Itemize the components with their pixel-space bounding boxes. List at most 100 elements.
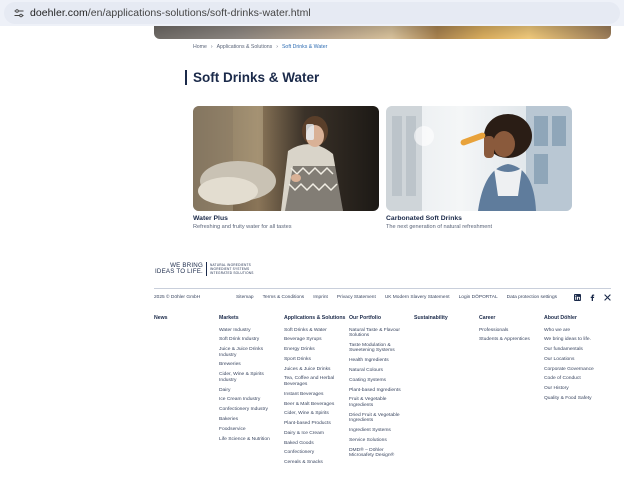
footer-link[interactable]: Beer & Malt Beverages — [284, 402, 342, 408]
footer-link[interactable]: Beverage Syrups — [284, 337, 342, 343]
footer-link[interactable]: Soft Drink Industry — [219, 337, 277, 343]
footer-link[interactable]: Our Locations — [544, 357, 602, 363]
url-field[interactable]: doehler.com/en/applications-solutions/so… — [4, 2, 620, 24]
url-text: doehler.com/en/applications-solutions/so… — [30, 7, 311, 19]
card-description: The next generation of natural refreshme… — [386, 224, 493, 230]
footer-col-career: Career Professionals Students & Apprenti… — [479, 315, 544, 470]
footer-link[interactable]: Code of Conduct — [544, 376, 602, 382]
footer-col-about: About Döhler Who we are We bring ideas t… — [544, 315, 609, 470]
footer-link[interactable]: Confectionery — [284, 450, 342, 456]
footer-link-sitemap[interactable]: Sitemap — [236, 295, 254, 300]
footer-col-news: News — [154, 315, 219, 470]
footer-link-data-protection[interactable]: Data protection settings — [507, 295, 557, 300]
url-path: /en/applications-solutions/soft-drinks-w… — [87, 7, 311, 19]
footer-col-heading[interactable]: Markets — [219, 315, 284, 321]
footer-link[interactable]: Life Science & Nutrition — [219, 437, 277, 443]
footer-link[interactable]: Water Industry — [219, 328, 277, 334]
footer-col-applications: Applications & Solutions Soft Drinks & W… — [284, 315, 349, 470]
footer-legal-links: Sitemap Terms & Conditions Imprint Priva… — [236, 295, 557, 300]
footer-link[interactable]: Cider, Wine & Spirits — [284, 411, 342, 417]
footer-columns: News Markets Water Industry Soft Drink I… — [154, 315, 609, 470]
footer-link[interactable]: Plant-based Ingredients — [349, 388, 407, 394]
footer-link[interactable]: DMD® – Döhler Microsafety Design® — [349, 448, 407, 459]
footer-link[interactable]: Service Solutions — [349, 438, 407, 444]
footer-link[interactable]: Professionals — [479, 328, 537, 334]
footer-link[interactable]: Juice & Juice Drinks Industry — [219, 347, 277, 358]
browser-address-bar: doehler.com/en/applications-solutions/so… — [0, 0, 624, 26]
footer-link-login[interactable]: Login DÖPORTAL — [459, 295, 498, 300]
footer-col-heading[interactable]: Our Portfolio — [349, 315, 414, 321]
footer-link[interactable]: Natural Taste & Flavour Solutions — [349, 328, 407, 339]
url-host: doehler.com — [30, 7, 88, 19]
social-links — [574, 294, 611, 301]
title-accent-bar — [185, 70, 187, 85]
carbonated-soft-drinks-image[interactable] — [386, 106, 572, 211]
footer-col-heading[interactable]: News — [154, 315, 219, 321]
footer-link[interactable]: Tea, Coffee and Herbal Beverages — [284, 376, 342, 387]
footer-link[interactable]: Quality & Food Safety — [544, 396, 602, 402]
footer-link[interactable]: Bakeries — [219, 417, 277, 423]
footer-col-heading[interactable]: Career — [479, 315, 544, 321]
card-water-plus[interactable]: Water Plus Refreshing and fruity water f… — [193, 106, 379, 230]
breadcrumb-current: Soft Drinks & Water — [281, 44, 328, 50]
page-title-block: Soft Drinks & Water — [185, 70, 319, 85]
logo-divider — [205, 262, 207, 276]
footer-link[interactable]: Sport Drinks — [284, 357, 342, 363]
site-settings-icon[interactable] — [8, 8, 30, 18]
card-title[interactable]: Carbonated Soft Drinks — [386, 215, 572, 222]
footer-link[interactable]: Our History — [544, 386, 602, 392]
doehler-logo[interactable]: WE BRING IDEAS TO LIFE. NATURAL INGREDIE… — [155, 262, 254, 276]
breadcrumb: Home › Applications & Solutions › Soft D… — [193, 44, 327, 50]
footer-link[interactable]: Taste Modulation & Sweetening Systems — [349, 343, 407, 354]
footer-link[interactable]: We bring ideas to life. — [544, 337, 602, 343]
footer-link[interactable]: Baked Goods — [284, 441, 342, 447]
facebook-icon[interactable] — [589, 294, 596, 301]
logo-tagline: NATURAL INGREDIENTS INGREDIENT SYSTEMS I… — [209, 263, 254, 275]
footer-col-heading[interactable]: Applications & Solutions — [284, 315, 349, 321]
footer-link[interactable]: Juices & Juice Drinks — [284, 367, 342, 373]
footer-link[interactable]: Dried Fruit & Vegetable Ingredients — [349, 413, 407, 424]
footer-link[interactable]: Cereals & Snacks — [284, 460, 342, 466]
footer-col-portfolio: Our Portfolio Natural Taste & Flavour So… — [349, 315, 414, 470]
footer-link[interactable]: Who we are — [544, 328, 602, 334]
chevron-right-icon: › — [276, 44, 278, 50]
x-icon[interactable] — [604, 294, 611, 301]
footer-link[interactable]: Confectionery Industry — [219, 407, 277, 413]
footer-link[interactable]: Plant-based Products — [284, 421, 342, 427]
linkedin-icon[interactable] — [574, 294, 581, 301]
footer-col-heading[interactable]: About Döhler — [544, 315, 609, 321]
footer-link[interactable]: Health Ingredients — [349, 358, 407, 364]
footer-link[interactable]: Ingredient Systems — [349, 428, 407, 434]
footer-link[interactable]: Ice Cream Industry — [219, 397, 277, 403]
footer-link[interactable]: Coating Systems — [349, 378, 407, 384]
card-carbonated-soft-drinks[interactable]: Carbonated Soft Drinks The next generati… — [386, 106, 572, 230]
breadcrumb-home[interactable]: Home — [193, 44, 207, 50]
footer-link-terms[interactable]: Terms & Conditions — [263, 295, 305, 300]
footer-link[interactable]: Foodservice — [219, 427, 277, 433]
card-title[interactable]: Water Plus — [193, 215, 379, 222]
water-plus-image[interactable] — [193, 106, 379, 211]
footer-link[interactable]: Our fundamentals — [544, 347, 602, 353]
footer-link[interactable]: Energy Drinks — [284, 347, 342, 353]
footer-link-imprint[interactable]: Imprint — [313, 295, 328, 300]
footer-link-modern-slavery[interactable]: UK Modern Slavery Statement — [385, 295, 450, 300]
footer-col-markets: Markets Water Industry Soft Drink Indust… — [219, 315, 284, 470]
footer-link[interactable]: Natural Colours — [349, 368, 407, 374]
breadcrumb-applications[interactable]: Applications & Solutions — [217, 44, 273, 50]
footer-link[interactable]: Fruit & Vegetable Ingredients — [349, 397, 407, 408]
footer-link[interactable]: Corporate Governance — [544, 367, 602, 373]
chevron-right-icon: › — [210, 44, 213, 50]
footer-link-privacy[interactable]: Privacy Statement — [337, 295, 376, 300]
footer-col-sustainability: Sustainability — [414, 315, 479, 470]
logo-wordmark: WE BRING IDEAS TO LIFE. — [155, 261, 203, 275]
footer-link[interactable]: Breweries — [219, 362, 277, 368]
footer-col-heading[interactable]: Sustainability — [414, 315, 479, 321]
footer-link[interactable]: Dairy — [219, 388, 277, 394]
footer-link[interactable]: Instant Beverages — [284, 392, 342, 398]
footer-link[interactable]: Soft Drinks & Water — [284, 328, 342, 334]
footer-link[interactable]: Students & Apprentices — [479, 337, 537, 343]
footer-meta-row: 2025 © Döhler GmbH Sitemap Terms & Condi… — [154, 294, 611, 301]
hero-image — [154, 26, 611, 39]
footer-link[interactable]: Dairy & Ice Cream — [284, 431, 342, 437]
footer-link[interactable]: Cider, Wine & Spirits Industry — [219, 372, 277, 383]
